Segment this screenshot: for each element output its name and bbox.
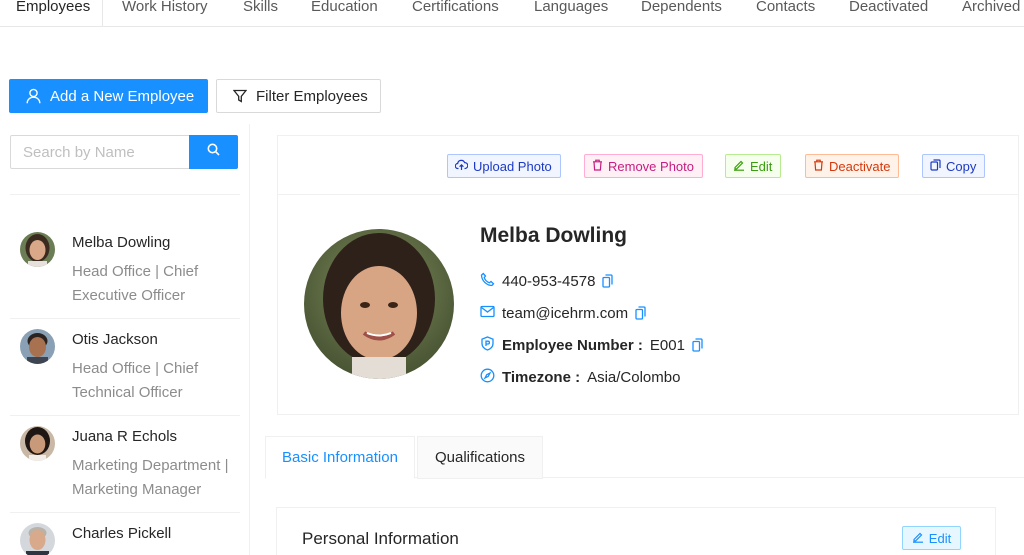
employee-number-label: Employee Number : xyxy=(502,336,643,354)
filter-icon xyxy=(233,89,247,103)
profile-card: Upload Photo Remove Photo Edit Deactivat… xyxy=(277,135,1019,415)
tab-dependents[interactable]: Dependents xyxy=(641,0,722,15)
trash-icon xyxy=(592,159,603,174)
employee-desc: Head Office | Chief Technical Officer xyxy=(72,360,199,401)
personal-information-title: Personal Information xyxy=(302,529,459,548)
tab-archived[interactable]: Archived xyxy=(962,0,1020,15)
tab-deactivated[interactable]: Deactivated xyxy=(849,0,928,15)
employee-item-juana[interactable]: Juana R Echols Marketing Department | Ma… xyxy=(10,426,240,510)
personal-info-edit-label: Edit xyxy=(928,530,952,546)
search-button[interactable] xyxy=(189,135,238,169)
copy-icon[interactable] xyxy=(602,274,614,288)
info-tab-bar: Basic Information Qualifications xyxy=(265,436,1024,479)
add-employee-button[interactable]: Add a New Employee xyxy=(9,79,208,113)
tab-certifications[interactable]: Certifications xyxy=(412,0,499,15)
deactivate-button[interactable]: Deactivate xyxy=(805,154,900,178)
employee-item-otis[interactable]: Otis Jackson Head Office | Chief Technic… xyxy=(10,329,240,413)
trash-icon xyxy=(813,159,824,174)
copy-icon[interactable] xyxy=(692,338,703,352)
deactivate-label: Deactivate xyxy=(829,158,891,174)
employee-desc: Head Office | Chief Executive Officer xyxy=(72,263,199,304)
copy-label: Copy xyxy=(946,158,977,174)
add-employee-label: Add a New Employee xyxy=(50,87,195,105)
avatar xyxy=(20,523,55,555)
list-divider xyxy=(10,512,240,513)
search-icon xyxy=(207,143,220,161)
tab-qualifications[interactable]: Qualifications xyxy=(417,436,543,479)
top-tab-bar: Employees Work History Skills Education … xyxy=(0,0,1024,27)
timezone-value: Asia/Colombo xyxy=(587,368,681,386)
card-divider xyxy=(278,194,1018,195)
copy-button[interactable]: Copy xyxy=(922,154,986,178)
personal-info-edit-button[interactable]: Edit xyxy=(902,526,961,550)
avatar xyxy=(20,232,55,267)
tab-divider xyxy=(102,0,103,27)
filter-employees-button[interactable]: Filter Employees xyxy=(216,79,381,113)
email-row: team@icehrm.com xyxy=(480,303,646,323)
employee-name-heading: Melba Dowling xyxy=(480,224,627,247)
tab-education[interactable]: Education xyxy=(311,0,378,15)
employee-item-melba[interactable]: Melba Dowling Head Office | Chief Execut… xyxy=(10,232,240,316)
tab-languages[interactable]: Languages xyxy=(534,0,608,15)
copy-icon[interactable] xyxy=(635,306,646,320)
profile-photo xyxy=(304,229,454,379)
personal-information-card: Personal Information Edit xyxy=(276,507,996,555)
employee-desc: Marketing Department | Marketing Manager xyxy=(72,457,229,498)
filter-employees-label: Filter Employees xyxy=(256,87,368,105)
remove-photo-label: Remove Photo xyxy=(608,158,694,174)
edit-icon xyxy=(733,159,745,174)
badge-icon xyxy=(480,335,495,355)
phone-icon xyxy=(480,272,495,291)
edit-profile-button[interactable]: Edit xyxy=(725,154,782,178)
remove-photo-button[interactable]: Remove Photo xyxy=(584,154,703,178)
edit-label: Edit xyxy=(750,158,773,174)
employee-number-row: Employee Number : E001 xyxy=(480,335,703,355)
compass-icon xyxy=(480,368,495,387)
user-icon xyxy=(26,88,41,104)
tab-work-history[interactable]: Work History xyxy=(122,0,208,15)
phone-value: 440-953-4578 xyxy=(502,272,596,290)
employee-name: Otis Jackson xyxy=(72,331,158,348)
upload-photo-button[interactable]: Upload Photo xyxy=(447,154,561,178)
employee-name: Charles Pickell xyxy=(72,525,172,542)
upload-photo-label: Upload Photo xyxy=(473,158,552,174)
copy-icon xyxy=(930,158,941,174)
email-value: team@icehrm.com xyxy=(502,304,629,322)
tab-basic-information[interactable]: Basic Information xyxy=(265,436,415,479)
avatar xyxy=(20,329,55,364)
timezone-label: Timezone : xyxy=(502,368,581,386)
timezone-row: Timezone : Asia/Colombo xyxy=(480,367,680,387)
edit-icon xyxy=(912,531,924,546)
phone-row: 440-953-4578 xyxy=(480,271,614,291)
list-divider xyxy=(10,415,240,416)
search-box xyxy=(10,135,238,169)
tab-skills[interactable]: Skills xyxy=(243,0,278,15)
employee-number-value: E001 xyxy=(649,336,685,354)
list-divider xyxy=(10,318,240,319)
sidebar-divider xyxy=(10,194,240,195)
mail-icon xyxy=(480,305,495,322)
cloud-upload-icon xyxy=(454,159,469,174)
employee-name: Melba Dowling xyxy=(72,234,171,251)
employee-item-charles[interactable]: Charles Pickell xyxy=(10,523,240,555)
tab-employees[interactable]: Employees xyxy=(16,0,90,15)
search-input[interactable] xyxy=(10,135,190,169)
avatar xyxy=(20,426,55,461)
employee-name: Juana R Echols xyxy=(72,428,178,445)
employee-sidebar: Melba Dowling Head Office | Chief Execut… xyxy=(0,124,250,555)
tab-contacts[interactable]: Contacts xyxy=(756,0,815,15)
